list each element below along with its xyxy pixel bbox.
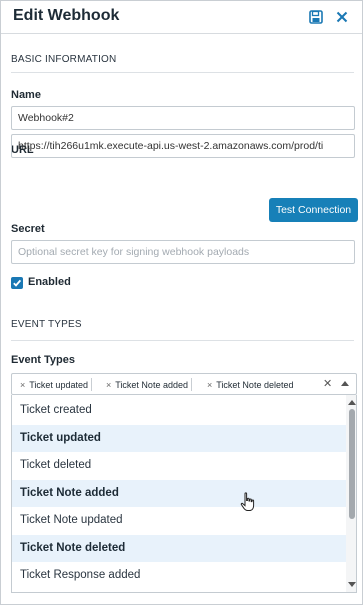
- name-field[interactable]: [11, 106, 355, 130]
- secret-label: Secret: [11, 223, 45, 235]
- section-title-event-types: EVENT TYPES: [11, 319, 82, 330]
- event-types-label: Event Types: [11, 354, 75, 366]
- test-connection-button[interactable]: Test Connection: [269, 198, 358, 222]
- hand-cursor-icon: [240, 492, 256, 517]
- chip-label: Ticket Note deleted: [216, 379, 294, 390]
- dropdown-option[interactable]: Ticket updated: [12, 424, 346, 452]
- event-types-multiselect[interactable]: × Ticket updated × Ticket Note added × T…: [11, 373, 357, 395]
- name-label: Name: [11, 89, 41, 101]
- event-types-dropdown: Ticket created Ticket updated Ticket del…: [11, 395, 357, 593]
- selected-chip: × Ticket Note added: [106, 377, 192, 392]
- url-field[interactable]: https://tih266u1mk.execute-api.us-west-2…: [11, 134, 355, 158]
- chip-label: Ticket Note added: [115, 379, 188, 390]
- enabled-checkbox[interactable]: [11, 277, 23, 289]
- dropdown-option[interactable]: Ticket Note deleted: [12, 534, 346, 562]
- remove-chip-icon[interactable]: ×: [20, 380, 25, 390]
- panel-header: Edit Webhook: [1, 1, 362, 34]
- dropdown-option[interactable]: Ticket created: [12, 397, 346, 425]
- close-icon[interactable]: [333, 8, 351, 26]
- chip-label: Ticket updated: [29, 379, 88, 390]
- scrollbar-thumb[interactable]: [349, 409, 355, 519]
- checkmark-icon: [13, 279, 22, 287]
- chevron-up-icon[interactable]: [341, 381, 349, 386]
- dropdown-scrollbar[interactable]: [346, 395, 356, 592]
- save-icon[interactable]: [307, 8, 325, 26]
- section-title-basic-information: BASIC INFORMATION: [11, 54, 117, 65]
- dropdown-option[interactable]: Ticket Note added: [12, 479, 346, 507]
- remove-chip-icon[interactable]: ×: [106, 380, 111, 390]
- selected-chip: × Ticket Note deleted: [207, 377, 293, 392]
- scroll-up-icon[interactable]: [348, 400, 356, 405]
- section-divider: [11, 340, 354, 341]
- secret-field[interactable]: [11, 240, 355, 264]
- page-title: Edit Webhook: [13, 7, 120, 24]
- enabled-label: Enabled: [28, 276, 71, 288]
- dropdown-option[interactable]: Ticket Note updated: [12, 507, 346, 535]
- dropdown-option[interactable]: Ticket Response added: [12, 562, 346, 590]
- edit-webhook-panel: Edit Webhook BASIC INFORMATION Name URL …: [0, 0, 363, 605]
- dropdown-option[interactable]: Ticket deleted: [12, 452, 346, 480]
- remove-chip-icon[interactable]: ×: [207, 380, 212, 390]
- selected-chip: × Ticket updated: [20, 377, 92, 392]
- section-divider: [11, 72, 354, 73]
- scroll-down-icon[interactable]: [348, 582, 356, 587]
- clear-all-icon[interactable]: ✕: [323, 377, 332, 390]
